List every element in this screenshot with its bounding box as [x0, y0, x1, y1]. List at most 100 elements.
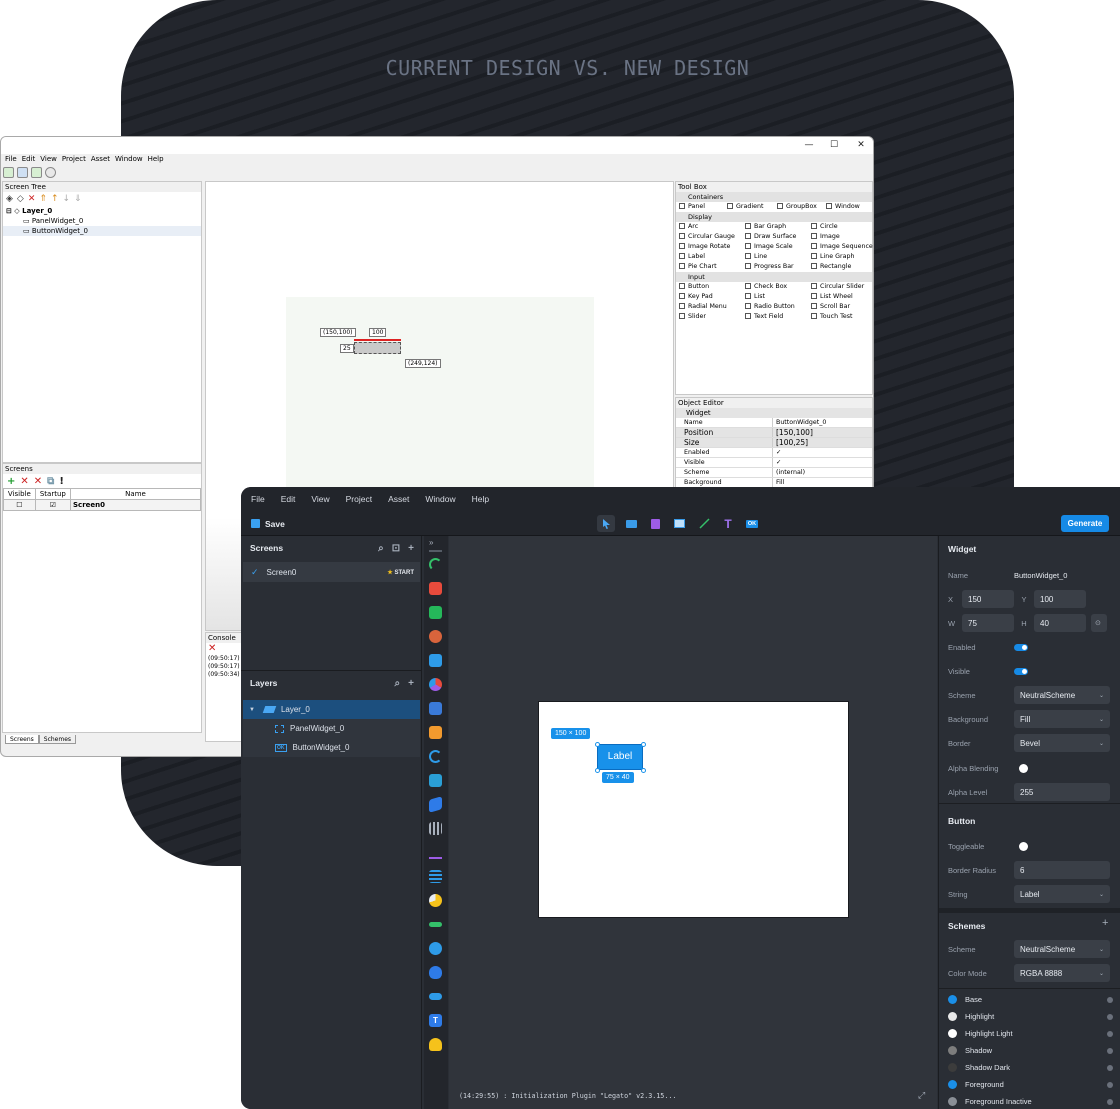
color-swatch[interactable]: [948, 1097, 957, 1106]
menu-help[interactable]: Help: [472, 494, 489, 504]
tool-item[interactable]: Text Field: [742, 312, 808, 322]
tool-item[interactable]: Radial Menu: [676, 302, 742, 312]
add-folder-icon[interactable]: ⊡: [392, 543, 400, 554]
old-menu-file[interactable]: File: [5, 155, 17, 166]
tool-item[interactable]: Circular Gauge: [676, 232, 742, 242]
text-tool-icon[interactable]: T: [719, 515, 737, 532]
list-icon[interactable]: [429, 870, 442, 883]
info-icon[interactable]: [1107, 1030, 1113, 1037]
text-field-icon[interactable]: T: [429, 1014, 442, 1027]
schemes-scheme-select[interactable]: NeutralScheme ⌄: [1014, 940, 1110, 958]
resize-handle[interactable]: [641, 768, 646, 773]
scheme-color-row[interactable]: Foreground Inactive: [948, 1093, 1113, 1109]
image-rotate-icon[interactable]: [429, 796, 442, 813]
oe-row[interactable]: Size [100,25]: [676, 438, 872, 448]
alert-icon[interactable]: !: [59, 476, 64, 487]
color-swatch[interactable]: [948, 1029, 957, 1038]
tool-item[interactable]: Pie Chart: [676, 262, 742, 272]
color-mode-select[interactable]: RGBA 8888 ⌄: [1014, 964, 1110, 982]
layer-add-icon[interactable]: ◈: [6, 194, 13, 204]
old-button-widget[interactable]: [354, 342, 401, 354]
checkbox-icon[interactable]: [429, 606, 442, 619]
line-tool-icon[interactable]: [695, 515, 713, 532]
tool-item[interactable]: Image Rotate: [676, 242, 742, 252]
alpha-level-input[interactable]: 255: [1014, 783, 1110, 801]
string-select[interactable]: Label ⌄: [1014, 885, 1110, 903]
scheme-color-row[interactable]: Shadow Dark: [948, 1059, 1113, 1076]
alpha-blending-toggle[interactable]: [1019, 763, 1028, 773]
expand-console-icon[interactable]: ⤢: [918, 1090, 925, 1101]
save-button[interactable]: Save: [251, 516, 285, 531]
color-wheel-icon[interactable]: [429, 678, 442, 691]
keypad-icon[interactable]: [429, 822, 442, 835]
tool-item[interactable]: Scroll Bar: [808, 302, 873, 312]
layer-icon[interactable]: ◇: [17, 194, 24, 204]
scheme-select[interactable]: NeutralScheme ⌄: [1014, 686, 1110, 704]
tool-item[interactable]: List Wheel: [808, 292, 873, 302]
settings-icon[interactable]: [45, 167, 56, 178]
color-swatch[interactable]: [948, 1012, 957, 1021]
old-menu-view[interactable]: View: [40, 155, 57, 166]
line-graph-icon[interactable]: [429, 846, 442, 859]
background-select[interactable]: Fill ⌄: [1014, 710, 1110, 728]
color-swatch[interactable]: [948, 1080, 957, 1089]
maximize-icon[interactable]: ☐: [826, 140, 842, 151]
info-icon[interactable]: [1107, 1064, 1113, 1071]
oe-value[interactable]: ButtonWidget_0: [773, 418, 826, 427]
bar-graph-icon[interactable]: [429, 582, 442, 595]
x-input[interactable]: 150: [962, 590, 1014, 608]
layer-row-button[interactable]: OK ButtonWidget_0: [243, 738, 420, 757]
tab-schemes[interactable]: Schemes: [38, 735, 77, 744]
oe-value[interactable]: (internal): [773, 468, 805, 477]
tool-item[interactable]: Image: [808, 232, 873, 242]
move-up-top-icon[interactable]: ⇑: [39, 194, 47, 204]
pie-chart-icon[interactable]: [429, 894, 442, 907]
resize-handle[interactable]: [595, 768, 600, 773]
oe-value[interactable]: [150,100]: [773, 428, 813, 437]
new-screen-surface[interactable]: 150 × 100 Label 75 × 40: [538, 701, 849, 918]
tool-item[interactable]: Gradient: [724, 202, 774, 212]
toolbox-cat-containers[interactable]: Containers: [676, 192, 872, 202]
duplicate-icon[interactable]: ⧉: [47, 476, 54, 487]
tool-item[interactable]: Line: [742, 252, 808, 262]
new-file-icon[interactable]: [3, 167, 14, 178]
add-icon[interactable]: +: [408, 678, 414, 689]
menu-file[interactable]: File: [251, 494, 265, 504]
move-down-icon[interactable]: ↓: [62, 194, 70, 204]
gradient-tool-icon[interactable]: [646, 515, 664, 532]
window-tool-icon[interactable]: [670, 515, 688, 532]
open-folder-icon[interactable]: [17, 167, 28, 178]
image-sequence-icon[interactable]: [429, 726, 442, 739]
tool-item[interactable]: List: [742, 292, 808, 302]
tool-item[interactable]: Key Pad: [676, 292, 742, 302]
oe-row[interactable]: Position [150,100]: [676, 428, 872, 438]
toolbox-cat-input[interactable]: Input: [676, 272, 872, 282]
layer-row-panel[interactable]: PanelWidget_0: [243, 719, 420, 738]
scheme-color-row[interactable]: Shadow: [948, 1042, 1113, 1059]
menu-project[interactable]: Project: [346, 494, 372, 504]
old-tree-button[interactable]: ▭ ButtonWidget_0: [3, 226, 201, 236]
tool-item[interactable]: Arc: [676, 222, 742, 232]
close-icon[interactable]: ✕: [853, 140, 869, 151]
radial-menu-icon[interactable]: [429, 966, 442, 979]
old-tree-panel[interactable]: ▭ PanelWidget_0: [3, 216, 201, 226]
w-input[interactable]: 75: [962, 614, 1014, 632]
border-radius-input[interactable]: 6: [1014, 861, 1110, 879]
select-tool-icon[interactable]: [597, 515, 615, 532]
old-menu-help[interactable]: Help: [148, 155, 164, 166]
visible-checkbox[interactable]: ☐: [3, 499, 36, 511]
image-icon[interactable]: [429, 702, 442, 715]
toggleable-toggle[interactable]: [1019, 841, 1028, 851]
tool-item[interactable]: Circular Slider: [808, 282, 873, 292]
scheme-color-row[interactable]: Highlight: [948, 1008, 1113, 1025]
tool-item[interactable]: Circle: [808, 222, 873, 232]
visible-toggle[interactable]: [1014, 667, 1028, 675]
menu-edit[interactable]: Edit: [281, 494, 296, 504]
h-input[interactable]: 40: [1034, 614, 1086, 632]
tab-screens[interactable]: Screens: [5, 735, 39, 744]
resize-handle[interactable]: [641, 742, 646, 747]
circular-gauge-icon[interactable]: [429, 630, 442, 643]
add-icon[interactable]: +: [408, 543, 414, 554]
scheme-color-row[interactable]: Base: [948, 991, 1113, 1008]
color-swatch[interactable]: [948, 1046, 957, 1055]
